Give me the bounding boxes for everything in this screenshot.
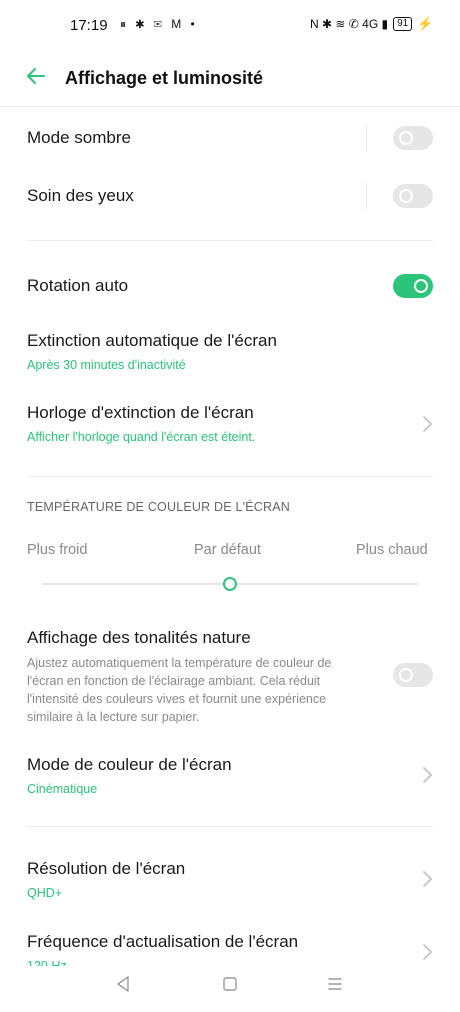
status-bar: 17:19 ⏸ ✱ ✉ M • N ✱ ≋ ✆ 4G ▮ 91 ⚡: [0, 0, 460, 52]
auto-rotate-toggle[interactable]: [393, 274, 433, 298]
toggle-knob: [399, 189, 413, 203]
nav-menu-icon[interactable]: [327, 975, 343, 993]
toggle-knob: [399, 131, 413, 145]
connectivity-icons: N ✱ ≋ ✆ 4G ▮: [310, 17, 389, 31]
chevron-right-icon: [423, 944, 433, 960]
section-divider: [27, 826, 433, 827]
system-icons: N ✱ ≋ ✆ 4G ▮ 91 ⚡: [310, 16, 433, 32]
natural-tone-toggle[interactable]: [393, 663, 433, 687]
temp-warmer-label: Plus chaud: [356, 542, 428, 558]
color-mode-item[interactable]: Mode de couleur de l'écran: [27, 755, 232, 775]
back-arrow-icon[interactable]: [24, 64, 48, 88]
eye-care-toggle[interactable]: [393, 184, 433, 208]
row-separator: [366, 125, 367, 151]
status-time: 17:19: [70, 17, 108, 34]
chevron-right-icon: [423, 871, 433, 887]
chevron-right-icon: [423, 767, 433, 783]
nav-back-icon[interactable]: [115, 975, 131, 993]
dark-mode-toggle[interactable]: [393, 126, 433, 150]
resolution-item[interactable]: Résolution de l'écran: [27, 859, 185, 879]
toggle-knob: [414, 279, 428, 293]
nav-home-icon[interactable]: [222, 975, 238, 993]
battery-icon: 91: [393, 17, 413, 31]
screen-off-clock-item[interactable]: Horloge d'extinction de l'écran: [27, 403, 254, 423]
charging-icon: ⚡: [417, 16, 434, 31]
resolution-value: QHD+: [27, 886, 63, 900]
color-mode-value: Cinématique: [27, 782, 98, 796]
section-divider: [27, 240, 433, 241]
natural-tone-label: Affichage des tonalités nature: [27, 628, 251, 647]
screen-timeout-item[interactable]: Extinction automatique de l'écran: [27, 331, 277, 351]
eye-care-label: Soin des yeux: [27, 186, 134, 205]
toggle-knob: [399, 668, 413, 682]
section-divider: [27, 476, 433, 477]
row-separator: [366, 183, 367, 209]
page-title: Affichage et luminosité: [65, 68, 264, 88]
dark-mode-label: Mode sombre: [27, 128, 131, 147]
temp-default-label: Par défaut: [194, 542, 261, 558]
natural-tone-description: Ajustez automatiquement la température d…: [27, 656, 332, 724]
notification-icons: ⏸ ✱ ✉ M •: [120, 17, 198, 31]
refresh-rate-item[interactable]: Fréquence d'actualisation de l'écran: [27, 932, 298, 952]
slider-thumb[interactable]: [223, 577, 237, 591]
screen-timeout-value: Après 30 minutes d'inactivité: [27, 358, 186, 372]
temp-cooler-label: Plus froid: [27, 542, 88, 558]
header-divider: [0, 106, 460, 107]
auto-rotate-label: Rotation auto: [27, 276, 129, 295]
section-header-color-temperature: TEMPÉRATURE DE COULEUR DE L'ÉCRAN: [27, 500, 290, 514]
chevron-right-icon: [423, 416, 433, 432]
screen-off-clock-value: Afficher l'horloge quand l'écran est éte…: [27, 430, 256, 444]
